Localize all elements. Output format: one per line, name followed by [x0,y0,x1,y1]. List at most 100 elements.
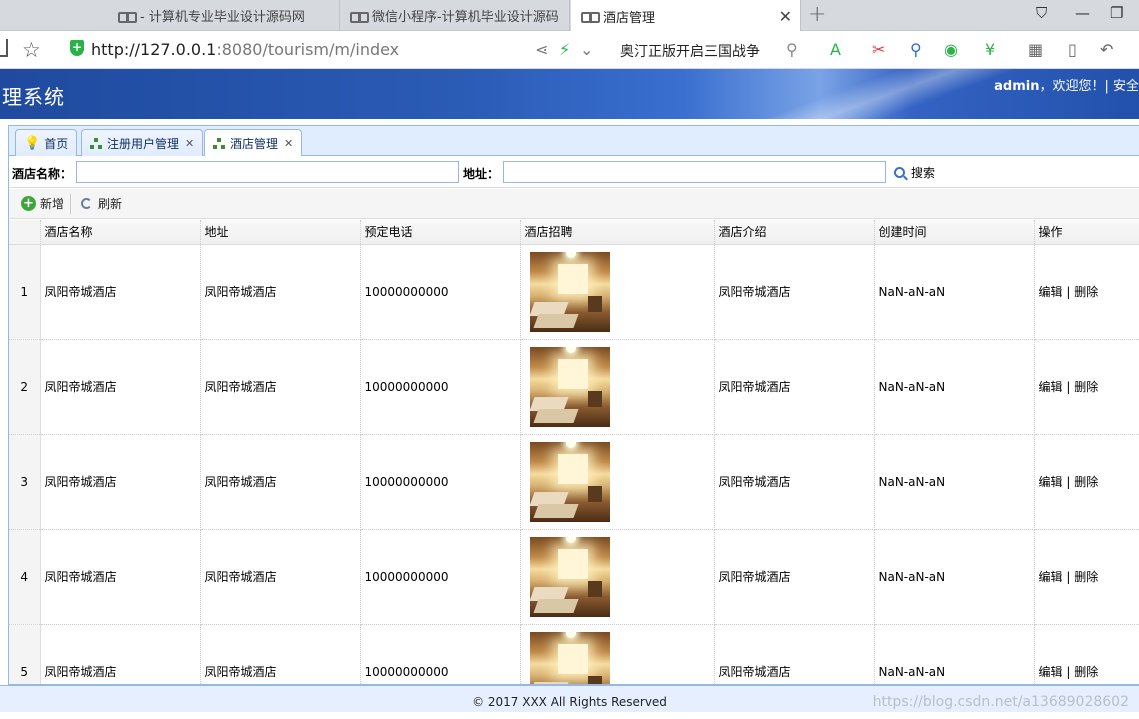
edit-link[interactable]: 编辑 [1039,665,1063,679]
address-cell: 凤阳帝城酒店 [200,529,361,625]
hotel-photo [529,251,610,332]
address-label: 地址： [463,167,500,181]
edit-link[interactable]: 编辑 [1039,570,1063,584]
url-host: http://127.0.0.1 [91,40,217,59]
tab-user-management[interactable]: 注册用户管理 ✕ [81,129,204,156]
refresh-icon [81,198,92,209]
actions-cell: 编辑 | 删除 [1034,244,1139,340]
shirt-icon[interactable]: ⛉ [1036,4,1047,22]
delete-link[interactable]: 删除 [1074,380,1098,394]
column-header[interactable]: 酒店介绍 [714,220,875,245]
action-separator: | [1066,665,1071,679]
column-header[interactable]: 创建时间 [874,220,1035,245]
delete-link[interactable]: 删除 [1074,475,1098,489]
address-input[interactable] [503,161,886,183]
image-cell [520,434,715,530]
column-header[interactable]: 操作 [1034,220,1139,245]
edit-link[interactable]: 编辑 [1039,285,1063,299]
app-title: 理系统 [2,85,65,109]
table-row[interactable]: 1 凤阳帝城酒店 凤阳帝城酒店 10000000000 凤阳帝城酒店 NaN-a… [9,244,1139,340]
hotel-photo [529,441,610,522]
delete-link[interactable]: 删除 [1074,665,1098,679]
hotel-name-cell: 凤阳帝城酒店 [40,529,201,625]
close-icon[interactable]: ✕ [284,137,293,150]
column-header[interactable]: 酒店名称 [40,220,201,245]
add-button[interactable]: + 新增 [21,195,64,212]
home-icon[interactable] [0,39,8,57]
restore-icon[interactable]: ❐ [1110,4,1123,22]
search-icon[interactable]: ⚲ [786,40,798,59]
security-shield-icon: + [70,40,84,56]
delete-link[interactable]: 删除 [1074,570,1098,584]
row-number-header [9,220,41,245]
tab-hotel-management[interactable]: 酒店管理 ✕ [204,129,303,157]
table-row[interactable]: 4 凤阳帝城酒店 凤阳帝城酒店 10000000000 凤阳帝城酒店 NaN-a… [9,529,1139,625]
undo-icon[interactable]: ↶ [1100,40,1113,59]
intro-cell: 凤阳帝城酒店 [714,244,875,340]
photo-lamp [565,441,576,448]
actions-cell: 编辑 | 删除 [1034,529,1139,625]
tab-home[interactable]: 💡 首页 [15,129,78,156]
photo-lamp [565,536,576,543]
phone-icon[interactable]: ▯ [1068,40,1077,59]
browser-tab-1[interactable]: - 计算机专业毕业设计源码网 [108,0,340,31]
hotel-photo [529,536,610,617]
browser-tab-2[interactable]: 微信小程序-计算机毕业设计源码 [340,0,570,31]
refresh-button[interactable]: 刷新 [81,195,122,212]
hotel-name-input[interactable] [76,161,459,183]
lightbulb-icon: 💡 [24,135,41,151]
magnifier-icon[interactable]: ⚲ [910,40,922,59]
url-field[interactable]: http://127.0.0.1:8080/tourism/m/index [91,40,399,59]
column-header[interactable]: 酒店招聘 [520,220,715,245]
chevron-down-icon[interactable]: ⌄ [580,40,593,59]
actions-cell: 编辑 | 删除 [1034,434,1139,530]
lightning-icon[interactable]: ⚡ [559,40,570,59]
translate-icon[interactable]: A [830,40,841,59]
new-tab-icon[interactable]: + [808,2,826,27]
minimize-icon[interactable]: — [1075,4,1090,22]
edit-link[interactable]: 编辑 [1039,475,1063,489]
table-row[interactable]: 3 凤阳帝城酒店 凤阳帝城酒店 10000000000 凤阳帝城酒店 NaN-a… [9,434,1139,530]
scissors-icon[interactable]: ✂ [872,40,885,59]
action-separator: | [1066,285,1071,299]
photo-bed [532,598,579,613]
column-header[interactable]: 预定电话 [360,220,521,245]
site-favicon-icon [118,11,137,23]
edit-link[interactable]: 编辑 [1039,380,1063,394]
action-separator: | [1066,570,1071,584]
copyright-text: © 2017 XXX All Rights Reserved [472,695,667,709]
site-favicon-icon [350,11,369,23]
photo-lamp [565,631,576,638]
search-suggestion[interactable]: 奥汀正版开启三国战争 [620,41,760,61]
actions-cell: 编辑 | 删除 [1034,339,1139,435]
photo-window [557,548,588,579]
search-icon [894,167,905,178]
browser-tab-3[interactable]: 酒店管理 ✕ [571,0,801,32]
column-header[interactable]: 地址 [200,220,361,245]
hotel-name-cell: 凤阳帝城酒店 [40,244,201,340]
close-icon[interactable]: ✕ [185,137,194,150]
favorite-star-icon[interactable]: ☆ [22,38,41,62]
close-tab-icon[interactable]: ✕ [779,7,792,26]
search-bar: 酒店名称： 地址： 搜索 [9,156,1139,188]
browser-tab-title: 酒店管理 [603,10,656,26]
main-panel: 💡 首页 注册用户管理 ✕ 酒店管理 ✕ 酒店名称： 地址： 搜索 + 新增 刷新 [8,125,1139,685]
table-row[interactable]: 5 凤阳帝城酒店 凤阳帝城酒店 10000000000 凤阳帝城酒店 NaN-a… [9,624,1139,684]
table-row[interactable]: 2 凤阳帝城酒店 凤阳帝城酒店 10000000000 凤阳帝城酒店 NaN-a… [9,339,1139,435]
gamepad-icon[interactable]: ◉ [944,40,958,59]
photo-lamp [565,251,576,258]
image-cell [520,244,715,340]
delete-link[interactable]: 删除 [1074,285,1098,299]
search-button[interactable]: 搜索 [894,164,935,181]
yen-shield-icon[interactable]: ¥ [985,40,995,59]
photo-window [557,643,588,674]
share-icon[interactable]: ⋖ [535,40,548,59]
welcome-text[interactable]: ，欢迎您！| 安全 [1039,79,1139,94]
apps-grid-icon[interactable]: ▦ [1028,40,1043,59]
photo-bed [532,313,579,328]
intro-cell: 凤阳帝城酒店 [714,339,875,435]
hotel-table: 酒店名称 地址 预定电话 酒店招聘 酒店介绍 创建时间 操作 1 凤阳帝城酒店 … [9,220,1139,684]
action-separator: | [1066,380,1071,394]
photo-chair [587,390,602,407]
photo-chair [587,485,602,502]
